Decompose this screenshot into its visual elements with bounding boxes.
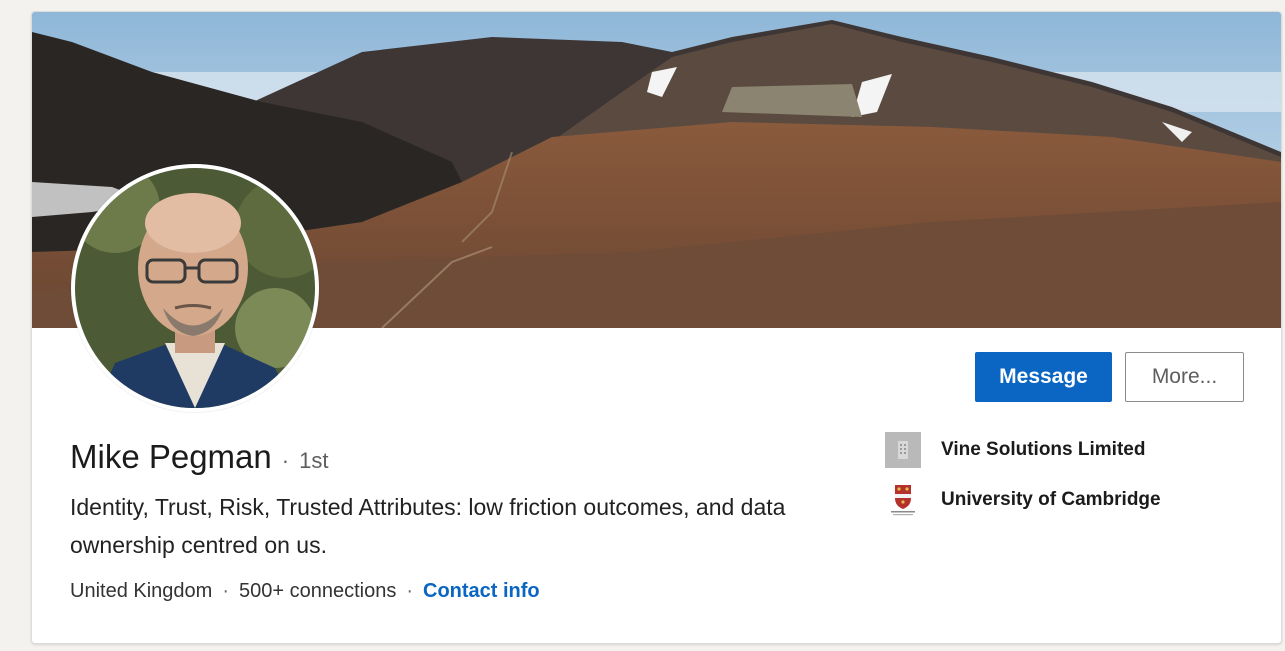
cambridge-crest-icon <box>885 482 921 518</box>
meta-separator: · <box>222 580 229 602</box>
connections-count: 500+ connections <box>238 580 397 602</box>
meta-separator: · <box>406 580 413 602</box>
building-icon <box>885 432 921 468</box>
profile-card: Message More... Mike Pegman · 1st Identi… <box>31 11 1282 644</box>
profile-info: Mike Pegman · 1st Identity, Trust, Risk,… <box>70 438 860 603</box>
profile-headline: Identity, Trust, Risk, Trusted Attribute… <box>70 494 786 558</box>
connection-degree: 1st <box>299 448 329 473</box>
profile-meta: United Kingdom · 500+ connections · Cont… <box>70 580 860 603</box>
experience-item-school[interactable]: University of Cambridge <box>885 480 1161 520</box>
name-row: Mike Pegman · 1st <box>70 438 860 476</box>
profile-photo-frame[interactable] <box>71 164 319 412</box>
experience-summary: Vine Solutions Limited University of Cam… <box>885 430 1161 530</box>
location: United Kingdom <box>70 580 213 602</box>
degree-separator: · <box>281 448 290 473</box>
school-name: University of Cambridge <box>941 489 1161 510</box>
profile-name: Mike Pegman <box>70 438 272 475</box>
contact-info-link[interactable]: Contact info <box>423 580 540 603</box>
profile-photo <box>75 168 315 408</box>
experience-item-company[interactable]: Vine Solutions Limited <box>885 430 1161 470</box>
company-name: Vine Solutions Limited <box>941 439 1146 460</box>
message-button[interactable]: Message <box>975 352 1112 402</box>
more-button[interactable]: More... <box>1125 352 1244 402</box>
profile-actions: Message More... <box>975 352 1244 402</box>
